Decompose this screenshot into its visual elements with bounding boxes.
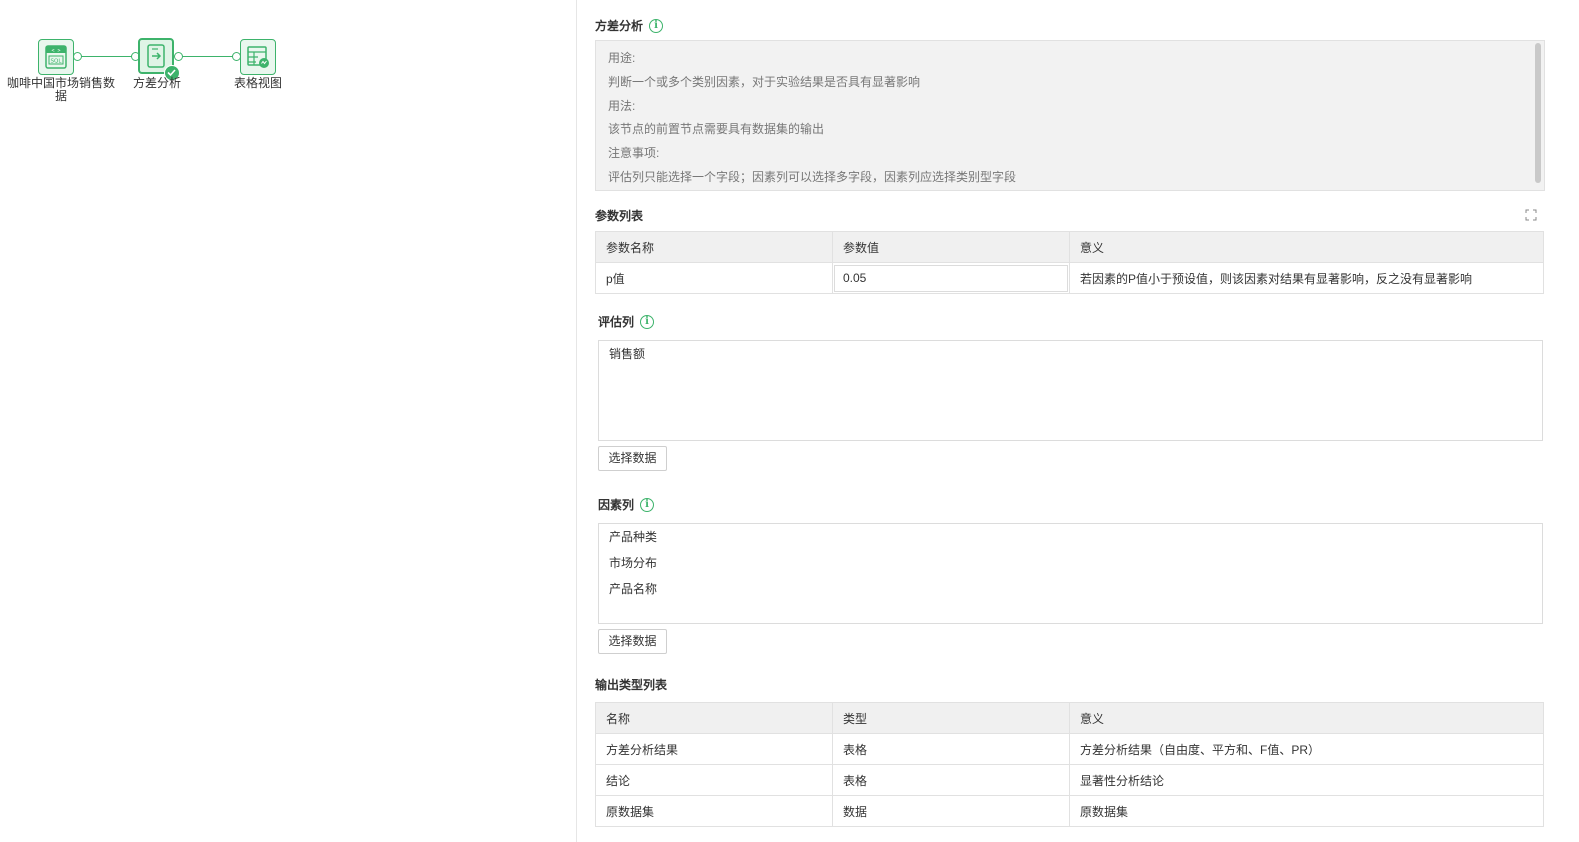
factor-select-data-button[interactable]: 选择数据 xyxy=(598,629,667,654)
eval-col-list[interactable]: 销售额 xyxy=(598,340,1543,441)
node-title: 方差分析 i xyxy=(595,17,664,34)
node-anova-output-port[interactable] xyxy=(174,52,183,61)
edge-anova-to-table xyxy=(178,56,237,57)
properties-panel: 方差分析 i 用途: 判断一个或多个类别因素，对于实验结果是否具有显著影响 用法… xyxy=(595,0,1545,842)
output-name: 结论 xyxy=(595,764,833,796)
list-item[interactable]: 产品名称 xyxy=(609,580,1532,606)
description-line: 用法: xyxy=(608,98,636,113)
params-table: 参数名称 参数值 意义 p值 0.05 若因素的P值小于预设值，则该因素对结果有… xyxy=(595,231,1544,294)
factor-col-title: 因素列 i xyxy=(598,496,655,513)
output-title-text: 输出类型列表 xyxy=(595,678,668,692)
params-header-row: 参数名称 参数值 意义 xyxy=(595,231,1544,263)
eval-col-title: 评估列 i xyxy=(598,313,655,330)
params-header-cell: 意义 xyxy=(1069,231,1544,263)
table-row: 方差分析结果 表格 方差分析结果（自由度、平方和、F值、PR） xyxy=(595,733,1544,765)
param-meaning: 若因素的P值小于预设值，则该因素对结果有显著影响，反之没有显著影响 xyxy=(1069,262,1544,294)
info-icon[interactable]: i xyxy=(640,314,655,329)
table-row: 原数据集 数据 原数据集 xyxy=(595,795,1544,827)
node-title-text: 方差分析 xyxy=(595,19,644,33)
description-scrollbar[interactable] xyxy=(1535,43,1541,183)
output-header-cell: 名称 xyxy=(595,702,833,734)
eval-select-data-button[interactable]: 选择数据 xyxy=(598,446,667,471)
output-type: 表格 xyxy=(832,764,1070,796)
output-table: 名称 类型 意义 方差分析结果 表格 方差分析结果（自由度、平方和、F值、PR）… xyxy=(595,702,1544,827)
output-meaning: 方差分析结果（自由度、平方和、F值、PR） xyxy=(1069,733,1544,765)
output-meaning: 原数据集 xyxy=(1069,795,1544,827)
output-type: 数据 xyxy=(832,795,1070,827)
output-type: 表格 xyxy=(832,733,1070,765)
node-table-label: 表格视图 xyxy=(233,76,282,90)
expand-icon[interactable] xyxy=(1525,209,1537,221)
node-sql-data[interactable]: < > SQL xyxy=(38,39,74,75)
description-line: 判断一个或多个类别因素，对于实验结果是否具有显著影响 xyxy=(608,74,921,89)
output-header-cell: 类型 xyxy=(832,702,1070,734)
params-header-cell: 参数值 xyxy=(832,231,1070,263)
output-title: 输出类型列表 xyxy=(595,676,667,693)
params-title-text: 参数列表 xyxy=(595,209,644,223)
node-sql-label: 咖啡中国市场销售数据 xyxy=(6,76,115,103)
params-header-cell: 参数名称 xyxy=(595,231,833,263)
workflow-canvas[interactable]: < > SQL 咖啡中国市场销售数据 方差分析 表格视图 xyxy=(0,0,576,842)
node-table-view[interactable] xyxy=(240,39,276,75)
list-item[interactable]: 市场分布 xyxy=(609,554,1532,580)
node-anova-label: 方差分析 xyxy=(132,76,181,90)
edge-sql-to-anova xyxy=(78,56,135,57)
description-line: 注意事项: xyxy=(608,146,660,161)
table-view-icon xyxy=(247,46,269,68)
node-sql-output-port[interactable] xyxy=(73,52,82,61)
list-item[interactable]: 产品种类 xyxy=(609,528,1532,554)
description-line: 评估列只能选择一个字段；因素列可以选择多字段，因素列应选择类别型字段 xyxy=(608,169,1017,184)
svg-text:< >: < > xyxy=(51,48,60,54)
table-row: 结论 表格 显著性分析结论 xyxy=(595,764,1544,796)
description-line: 用途: xyxy=(608,51,636,65)
eval-col-title-text: 评估列 xyxy=(598,315,635,329)
description-box[interactable]: 用途: 判断一个或多个类别因素，对于实验结果是否具有显著影响 用法: 该节点的前… xyxy=(595,40,1545,191)
param-name: p值 xyxy=(595,262,833,294)
output-name: 方差分析结果 xyxy=(595,733,833,765)
params-row: p值 0.05 若因素的P值小于预设值，则该因素对结果有显著影响，反之没有显著影… xyxy=(595,262,1544,294)
output-header-row: 名称 类型 意义 xyxy=(595,702,1544,734)
panel-divider xyxy=(576,0,577,842)
list-item[interactable]: 销售额 xyxy=(609,345,1532,371)
sql-database-icon: < > SQL xyxy=(45,45,67,69)
param-value-cell: 0.05 xyxy=(832,262,1070,294)
factor-col-title-text: 因素列 xyxy=(598,498,635,512)
output-header-cell: 意义 xyxy=(1069,702,1544,734)
output-name: 原数据集 xyxy=(595,795,833,827)
params-title: 参数列表 xyxy=(595,207,643,224)
svg-text:SQL: SQL xyxy=(51,59,63,65)
output-meaning: 显著性分析结论 xyxy=(1069,764,1544,796)
description-line: 该节点的前置节点需要具有数据集的输出 xyxy=(608,122,825,137)
factor-col-list[interactable]: 产品种类 市场分布 产品名称 xyxy=(598,523,1543,624)
info-icon[interactable]: i xyxy=(649,18,664,33)
param-value-input[interactable]: 0.05 xyxy=(834,264,1068,292)
info-icon[interactable]: i xyxy=(640,497,655,512)
